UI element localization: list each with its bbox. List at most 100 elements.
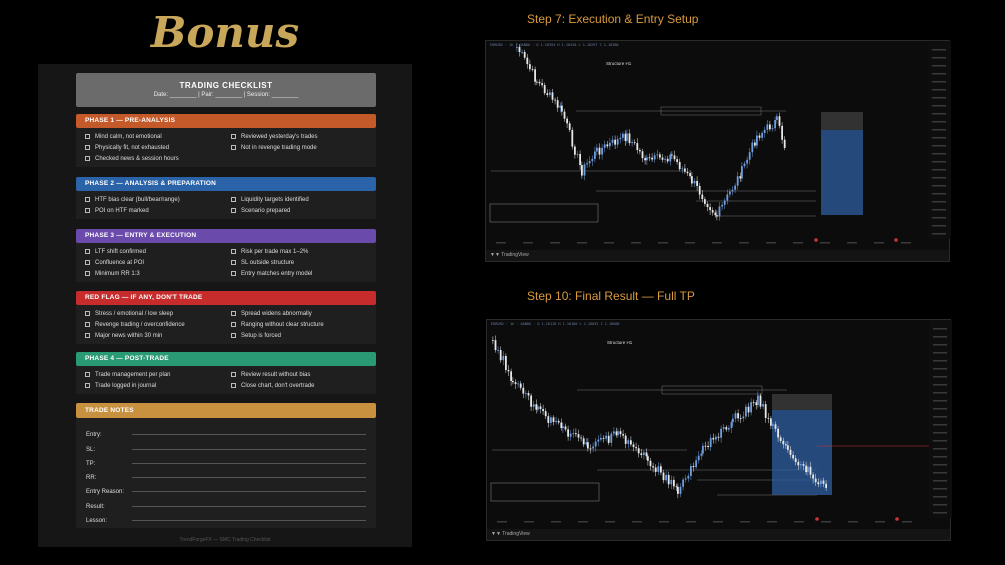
checklist-item[interactable]: Revenge trading / overconfidence	[85, 320, 231, 330]
price-tick	[932, 73, 946, 75]
checkbox[interactable]	[85, 248, 90, 254]
note-line[interactable]	[132, 477, 366, 479]
checklist-item[interactable]: Physically fit, not exhausted	[85, 143, 231, 153]
note-line[interactable]	[132, 520, 366, 522]
checklist-item[interactable]: POI on HTF marked	[85, 206, 231, 216]
note-line[interactable]	[132, 462, 366, 464]
checkbox[interactable]	[85, 133, 90, 139]
candle	[606, 144, 609, 147]
checkbox[interactable]	[231, 133, 236, 139]
time-tick	[496, 242, 506, 244]
chart-panel-step-10[interactable]: EURUSD · 1h · OANDA · O 1.16118 H 1.1618…	[486, 319, 952, 542]
candle	[659, 154, 661, 158]
checkbox[interactable]	[85, 144, 90, 150]
checklist-item[interactable]: Risk per trade max 1–2%	[231, 247, 377, 257]
checklist-item[interactable]: Review result without bias	[231, 370, 377, 380]
checklist-item[interactable]: Major news within 30 min	[85, 331, 231, 341]
checklist-item[interactable]: HTF bias clear (bull/bear/range)	[85, 195, 231, 205]
candle	[613, 431, 615, 434]
candle	[632, 444, 635, 448]
candle	[622, 133, 624, 138]
checklist-item[interactable]: Trade management per plan	[85, 370, 231, 380]
checkbox[interactable]	[85, 207, 90, 213]
checkbox[interactable]	[85, 371, 90, 377]
note-field[interactable]: SL:	[86, 438, 366, 453]
checklist-item[interactable]: Liquidity targets identified	[231, 195, 377, 205]
checklist-item[interactable]: Setup is forced	[231, 331, 377, 341]
checkbox[interactable]	[231, 371, 236, 377]
checkbox[interactable]	[85, 321, 90, 327]
checkbox[interactable]	[85, 196, 90, 202]
note-field[interactable]: Result:	[86, 495, 366, 510]
checklist-item[interactable]: LTF shift confirmed	[85, 247, 231, 257]
price-tick	[933, 392, 947, 394]
checklist-item[interactable]: Close chart, don't overtrade	[231, 381, 377, 391]
checklist-item[interactable]: Scenario prepared	[231, 206, 377, 216]
checklist-item[interactable]: Reviewed yesterday's trades	[231, 132, 377, 142]
candle	[677, 486, 679, 494]
candle	[531, 69, 534, 70]
checklist-item[interactable]: Stress / emotional / low sleep	[85, 309, 231, 319]
candle	[789, 449, 792, 455]
note-line[interactable]	[132, 448, 366, 450]
note-field[interactable]: Entry Reason:	[86, 481, 366, 495]
checkbox[interactable]	[231, 196, 236, 202]
risk-zone	[821, 112, 863, 130]
checklist-item[interactable]: Entry matches entry model	[231, 269, 377, 279]
chart-panel-step-7[interactable]: EURUSD · 1h · OANDA · O 1.16354 H 1.1641…	[485, 40, 951, 263]
checklist-item[interactable]: Spread widens abnormally	[231, 309, 377, 319]
candle	[660, 466, 662, 473]
checklist-header: TRADING CHECKLIST Date: ________ | Pair:…	[76, 73, 376, 107]
checkbox[interactable]	[231, 207, 236, 213]
note-field[interactable]: Entry:	[86, 424, 366, 438]
checkbox[interactable]	[231, 259, 236, 265]
note-field[interactable]: RR:	[86, 467, 366, 481]
checkbox[interactable]	[231, 144, 236, 150]
checkbox[interactable]	[231, 270, 236, 276]
candle	[730, 422, 733, 429]
checkbox[interactable]	[85, 310, 90, 316]
checkbox[interactable]	[85, 382, 90, 388]
candle	[519, 383, 522, 388]
checklist-item[interactable]: Confluence at POI	[85, 258, 231, 268]
candle	[669, 154, 672, 162]
checkbox[interactable]	[85, 155, 90, 161]
checklist-item[interactable]: Not in revenge trading mode	[231, 143, 377, 153]
checkbox[interactable]	[231, 382, 236, 388]
note-line[interactable]	[132, 434, 366, 436]
candle	[807, 466, 809, 473]
checkbox[interactable]	[231, 332, 236, 338]
candle	[611, 139, 614, 143]
note-field[interactable]: Lesson:	[86, 510, 366, 524]
checklist-item[interactable]: Trade logged in journal	[85, 381, 231, 391]
checkbox[interactable]	[85, 332, 90, 338]
note-line[interactable]	[132, 491, 366, 493]
checklist-item[interactable]: Checked news & session hours	[85, 154, 231, 164]
price-chart[interactable]: Structure H1	[487, 320, 952, 542]
checkbox[interactable]	[85, 270, 90, 276]
checkbox[interactable]	[231, 321, 236, 327]
candle	[627, 440, 630, 444]
checklist-item-label: Risk per trade max 1–2%	[241, 249, 309, 255]
candle	[743, 163, 746, 167]
checklist-item[interactable]: SL outside structure	[231, 258, 377, 268]
phase-title: RED FLAG — IF ANY, DON'T TRADE	[76, 291, 376, 305]
candle	[631, 142, 633, 144]
candle	[609, 142, 611, 147]
checkbox[interactable]	[231, 248, 236, 254]
checkbox[interactable]	[231, 310, 236, 316]
checkbox[interactable]	[85, 259, 90, 265]
checklist-item[interactable]: Mind calm, not emotional	[85, 132, 231, 142]
checklist-item[interactable]: Minimum RR 1:3	[85, 269, 231, 279]
candle	[769, 124, 771, 130]
candle	[687, 475, 690, 479]
note-label: Result:	[86, 503, 105, 510]
price-tick	[933, 440, 947, 442]
candle	[656, 154, 659, 156]
note-field[interactable]: TP:	[86, 453, 366, 467]
note-line[interactable]	[132, 505, 366, 507]
candle	[647, 456, 649, 461]
checklist-item[interactable]: Ranging without clear structure	[231, 320, 377, 330]
price-chart[interactable]: Structure H1	[486, 41, 951, 263]
price-tick	[933, 424, 947, 426]
